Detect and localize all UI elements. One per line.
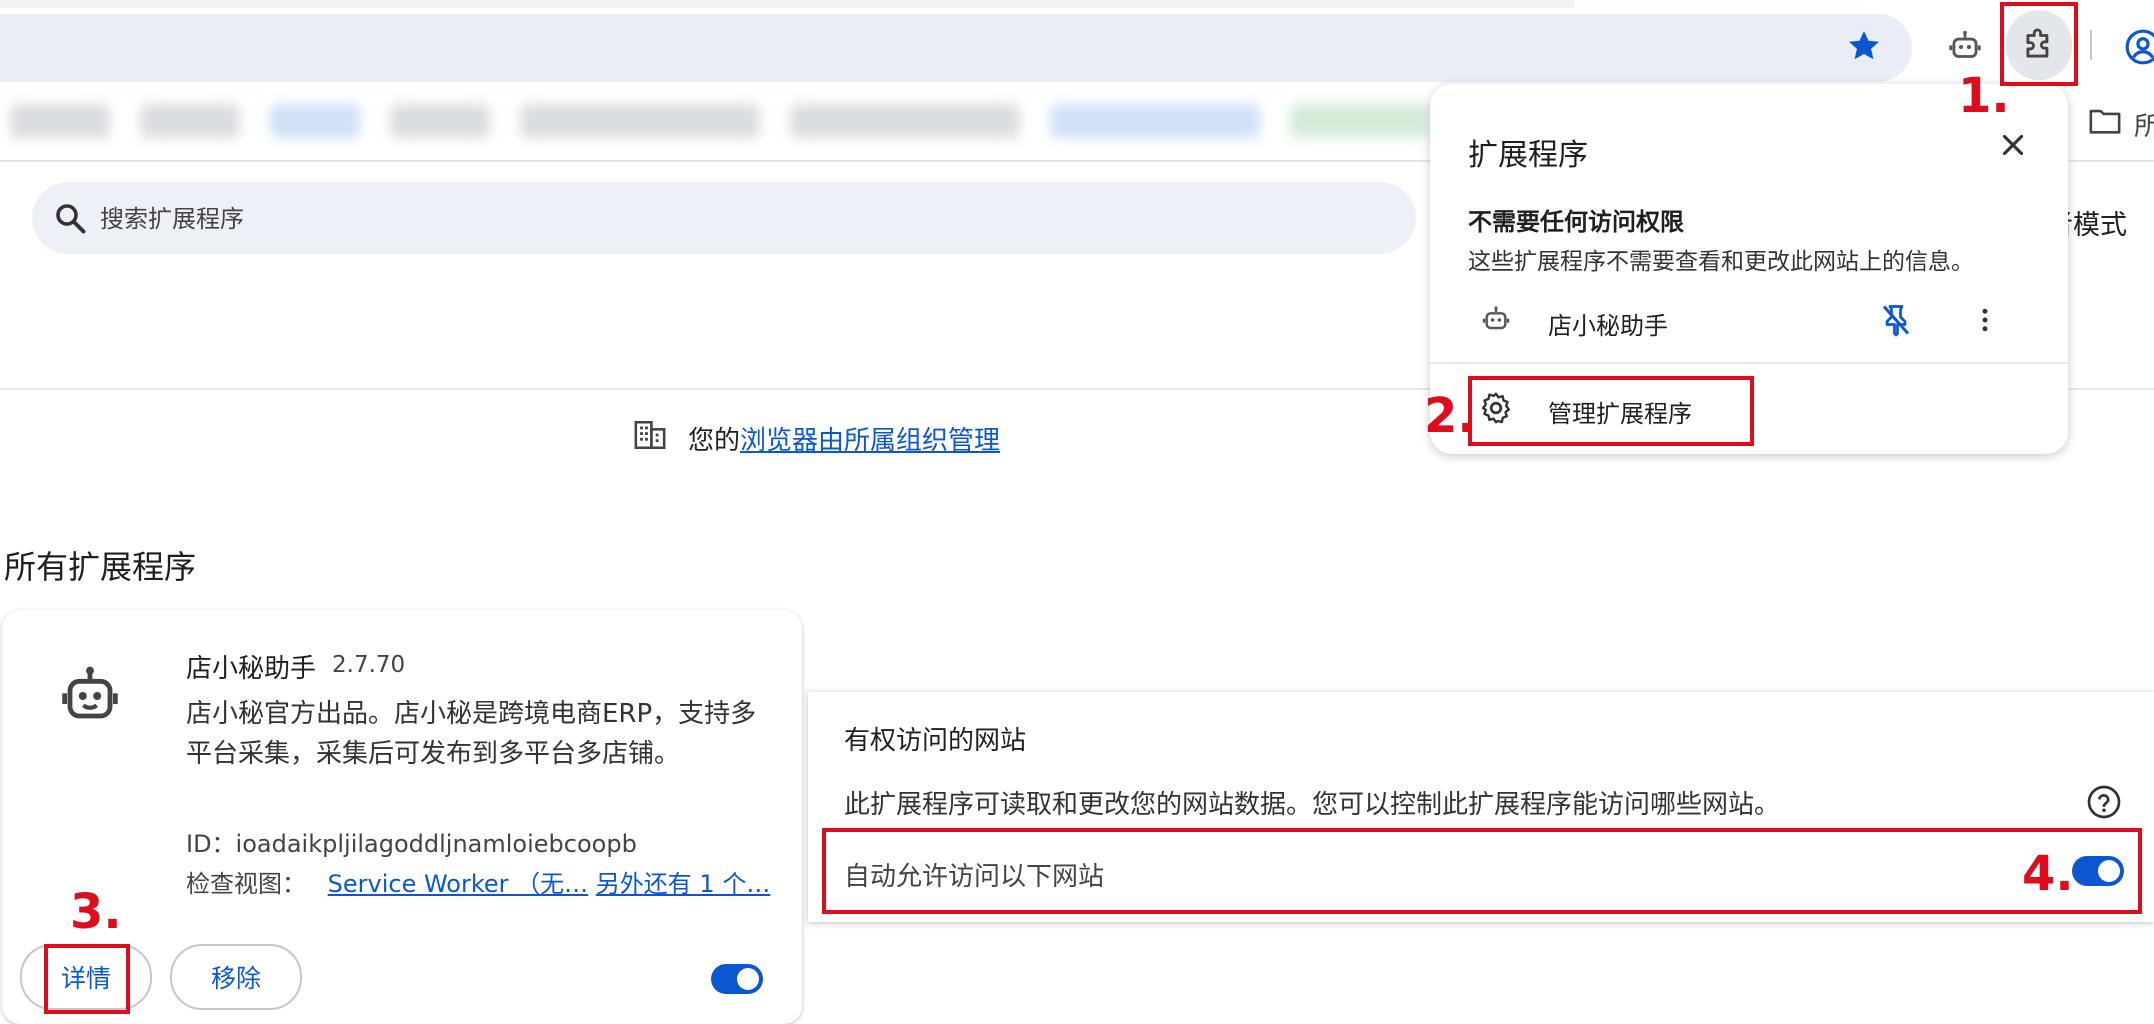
managed-link[interactable]: 浏览器由所属组织管理 [740,426,1000,456]
extension-name: 店小秘助手 [186,654,317,684]
bookmark-folder-label[interactable]: 所 [2134,106,2154,143]
extension-enable-toggle[interactable] [711,964,763,994]
annotation-box-4 [822,828,2142,914]
annotation-box-3 [44,944,130,1014]
building-icon [634,420,666,450]
popup-divider [1430,362,2068,364]
more-views-link[interactable]: 另外还有 1 个… [596,870,771,898]
more-vert-icon[interactable] [1970,300,2000,340]
extension-description: 店小秘官方出品。店小秘是跨境电商ERP，支持多平台采集，采集后可发布到多平台多店… [186,699,757,769]
search-icon [56,204,86,234]
section-title: 所有扩展程序 [4,548,197,586]
popup-title: 扩展程序 [1468,138,1588,173]
account-circle-icon[interactable] [2124,28,2154,66]
inspect-views: 检查视图： Service Worker （无… 另外还有 1 个… [186,864,770,899]
annotation-number-3: 3. [70,884,122,940]
popup-extension-name[interactable]: 店小秘助手 [1548,306,1668,341]
site-access-title: 有权访问的网站 [844,726,1027,756]
annotation-box-1 [2000,2,2078,86]
service-worker-link[interactable]: Service Worker （无… [328,870,589,898]
popup-subdescription: 这些扩展程序不需要查看和更改此网站上的信息。 [1468,249,1974,275]
inspect-views-label: 检查视图： [186,870,306,898]
help-icon[interactable] [2086,784,2122,820]
star-icon[interactable] [1846,28,1882,64]
managed-notice: 您的浏览器由所属组织管理 [688,420,1000,457]
annotation-number-4: 4. [2022,846,2074,902]
close-icon[interactable] [1996,128,2030,162]
toolbar-separator [2090,30,2092,60]
robot-icon [1482,306,1510,330]
annotation-box-2 [1468,376,1754,446]
robot-icon [62,666,118,719]
bookmarks-bar [0,94,1440,150]
site-access-description: 此扩展程序可读取和更改您的网站数据。您可以控制此扩展程序能访问哪些网站。 [844,790,1781,820]
window-top-strip [0,0,1575,8]
unpin-icon[interactable] [1878,300,1914,340]
extension-id: ID：ioadaikpljilagoddljnamloiebcoopb [186,830,637,858]
remove-button[interactable]: 移除 [170,944,302,1010]
extension-version: 2.7.70 [332,652,406,678]
managed-prefix: 您的 [688,426,741,456]
address-bar[interactable] [0,14,1912,82]
robot-icon[interactable] [1946,28,1984,66]
folder-icon[interactable] [2088,106,2122,136]
annotation-number-2: 2. [1424,388,1476,444]
popup-subheading: 不需要任何访问权限 [1468,208,1684,236]
annotation-number-1: 1. [1958,68,2010,124]
search-input[interactable] [98,198,1402,240]
